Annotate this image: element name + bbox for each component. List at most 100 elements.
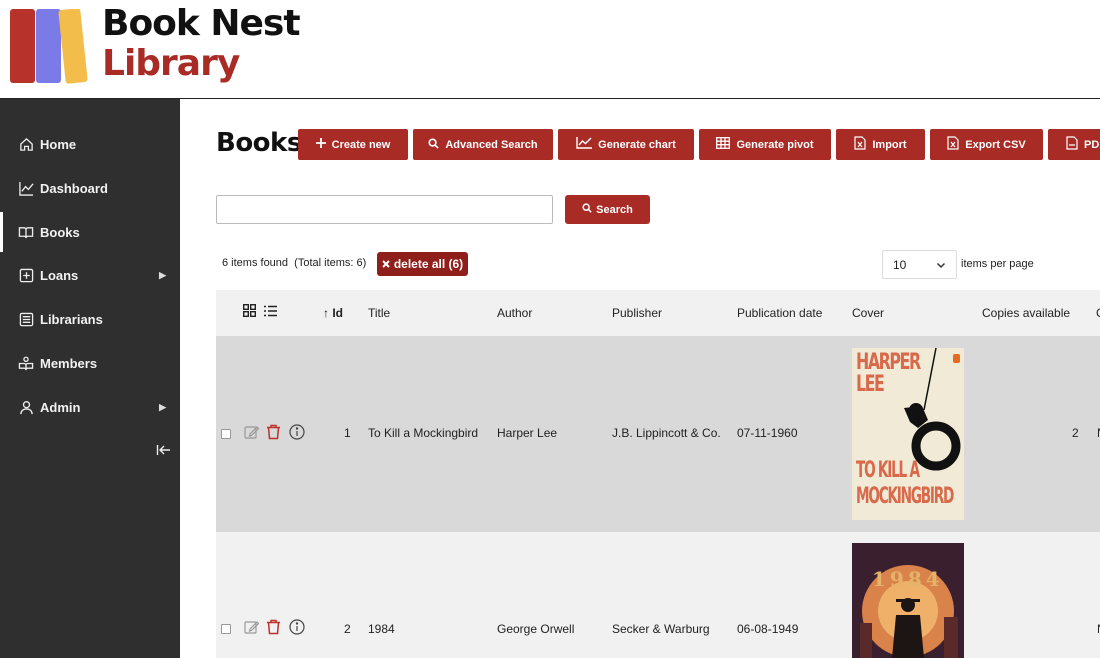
column-header-cover[interactable]: Cover	[852, 306, 884, 320]
excel-icon	[854, 136, 866, 153]
items-found-count: 6 items found	[222, 257, 289, 269]
items-per-page-select[interactable]: 10	[882, 250, 957, 279]
sidebar-item-label: Books	[40, 224, 80, 240]
export-csv-button[interactable]: Export CSV	[930, 129, 1043, 160]
excel-icon	[947, 136, 959, 153]
search-icon	[582, 203, 592, 216]
cell-copies-available: 2	[1072, 426, 1079, 440]
export-pdf-button[interactable]: PDF	[1048, 129, 1100, 160]
button-label: Export CSV	[965, 138, 1026, 151]
table-icon	[716, 137, 731, 152]
cell-title: 1984	[368, 622, 395, 636]
search-input[interactable]	[216, 195, 553, 224]
generate-pivot-button[interactable]: Generate pivot	[699, 129, 831, 160]
column-header-publication-date[interactable]: Publication date	[737, 306, 822, 320]
list-view-icon[interactable]	[264, 304, 280, 320]
book-open-icon	[18, 224, 34, 240]
cell-title: To Kill a Mockingbird	[368, 426, 479, 440]
plus-icon	[315, 138, 326, 151]
cover-text-line: LEE	[856, 372, 885, 397]
button-label: Import	[872, 138, 907, 151]
sidebar-item-librarians[interactable]: Librarians	[0, 299, 180, 339]
books-logo-icon	[10, 9, 88, 84]
column-header-title[interactable]: Title	[368, 306, 390, 320]
column-header-author[interactable]: Author	[497, 306, 532, 320]
chart-icon	[576, 137, 593, 152]
book-cover-image[interactable]: HARPER LEE TO KILL A MOCKINGBIRD	[852, 348, 964, 520]
info-icon[interactable]	[289, 619, 305, 635]
column-header-copies-available[interactable]: Copies available	[982, 306, 1070, 320]
sidebar-item-loans[interactable]: Loans ▶	[0, 255, 180, 295]
collapse-left-icon[interactable]	[156, 442, 174, 460]
sidebar-item-label: Dashboard	[40, 180, 108, 196]
cover-text-line: 1984	[872, 567, 944, 591]
home-icon	[18, 136, 34, 152]
table-header: ↑ Id Title Author Publisher Publication …	[216, 290, 1100, 336]
cell-publication-date: 06-08-1949	[737, 622, 799, 636]
cover-illustration	[860, 565, 958, 658]
button-label: delete all (6)	[393, 257, 464, 271]
sidebar-item-label: Admin	[40, 399, 81, 415]
sidebar-item-label: Loans	[40, 267, 79, 283]
sidebar: Home Dashboard Books Loans ▶ Librarians …	[0, 99, 180, 658]
page-title: Books	[216, 128, 302, 158]
sidebar-item-home[interactable]: Home	[0, 124, 180, 164]
edit-icon[interactable]	[244, 425, 260, 441]
cell-publisher: Secker & Warburg	[612, 622, 710, 636]
delete-all-button[interactable]: delete all (6)	[377, 252, 468, 276]
brand-name-line1: Book Nest	[102, 3, 301, 44]
close-icon	[382, 257, 390, 271]
chevron-right-icon: ▶	[159, 401, 166, 412]
main-content: Books Create new Advanced Search Generat…	[180, 99, 1100, 658]
items-found-text: 6 items found (Total items: 6)	[222, 257, 366, 269]
chevron-right-icon: ▶	[159, 269, 166, 280]
sidebar-item-label: Members	[40, 355, 98, 371]
cell-id: 1	[344, 426, 351, 440]
sidebar-item-admin[interactable]: Admin ▶	[0, 387, 180, 427]
column-header-publisher[interactable]: Publisher	[612, 306, 662, 320]
select-value: 10	[893, 257, 907, 272]
table-row[interactable]: 1 To Kill a Mockingbird Harper Lee J.B. …	[216, 336, 1100, 532]
cell-publication-date: 07-11-1960	[737, 426, 798, 440]
button-label: Advanced Search	[445, 138, 538, 151]
trash-icon[interactable]	[266, 619, 282, 635]
button-label: Generate chart	[598, 138, 676, 151]
search-button[interactable]: Search	[565, 195, 650, 224]
cover-text-line: HARPER	[856, 350, 921, 375]
info-icon[interactable]	[289, 424, 305, 440]
book-cover-image[interactable]: 1984	[852, 543, 964, 658]
cell-author: Harper Lee	[497, 426, 558, 440]
total-items-count: (Total items: 6)	[294, 257, 367, 269]
create-new-button[interactable]: Create new	[298, 129, 408, 160]
button-label: Create new	[331, 138, 391, 151]
trash-icon[interactable]	[266, 424, 282, 440]
app-header: Book Nest Library	[0, 0, 1100, 99]
brand-name-line2: Library	[102, 43, 240, 84]
column-header-id[interactable]: ↑ Id	[323, 306, 343, 320]
sidebar-item-books[interactable]: Books	[0, 212, 180, 252]
row-checkbox[interactable]	[221, 429, 231, 439]
row-checkbox[interactable]	[221, 624, 231, 634]
sidebar-item-dashboard[interactable]: Dashboard	[0, 168, 180, 208]
column-header-partial[interactable]: C	[1096, 306, 1100, 320]
search-icon	[428, 137, 439, 152]
button-label: Generate pivot	[736, 138, 814, 151]
sidebar-item-label: Librarians	[40, 311, 103, 327]
advanced-search-button[interactable]: Advanced Search	[413, 129, 553, 160]
button-label: PDF	[1084, 138, 1100, 151]
chevron-down-icon	[936, 259, 946, 273]
import-button[interactable]: Import	[836, 129, 925, 160]
table-row[interactable]: 2 1984 George Orwell Secker & Warburg 06…	[216, 532, 1100, 658]
edit-icon[interactable]	[244, 620, 260, 636]
button-label: Search	[596, 203, 633, 216]
cell-author: George Orwell	[497, 622, 575, 636]
cover-text-line: TO KILL A	[856, 458, 920, 483]
list-icon	[18, 311, 34, 327]
brand-logo-text[interactable]: Book Nest Library	[102, 3, 301, 84]
grid-view-icon[interactable]	[242, 303, 259, 320]
generate-chart-button[interactable]: Generate chart	[558, 129, 694, 160]
sidebar-item-label: Home	[40, 136, 77, 152]
user-icon	[18, 399, 34, 415]
sidebar-item-members[interactable]: Members	[0, 343, 180, 383]
chart-line-icon	[18, 180, 34, 196]
